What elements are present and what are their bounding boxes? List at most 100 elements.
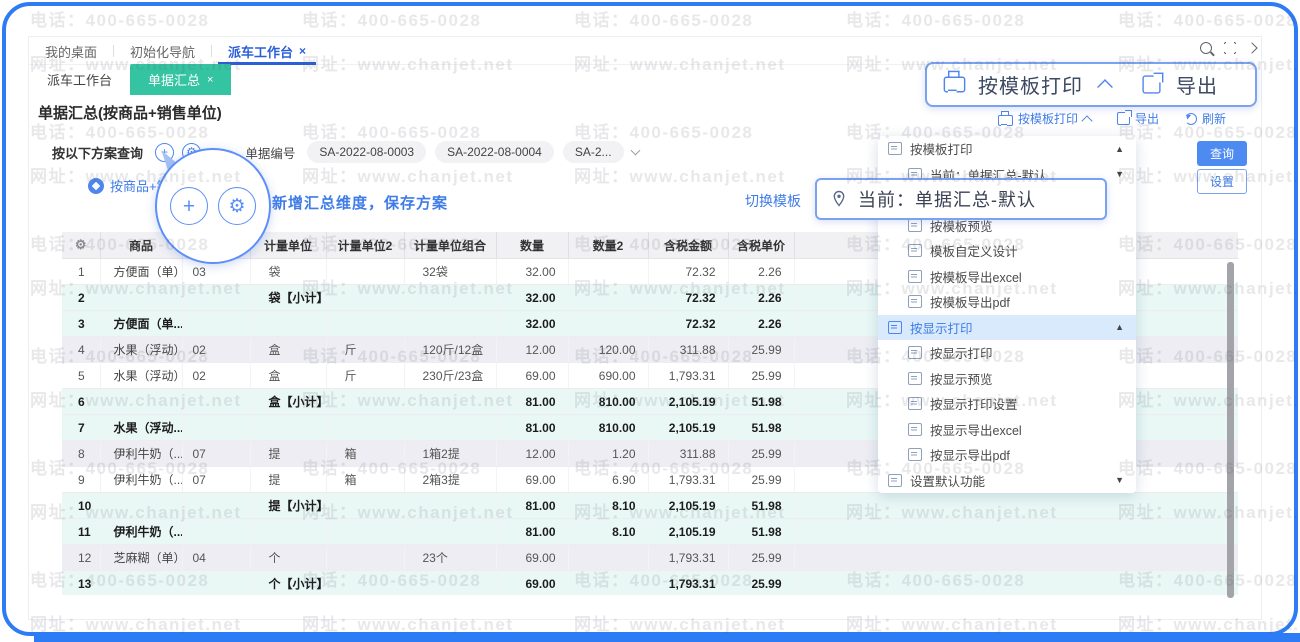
cell-unit2 [326,311,404,337]
print-by-template-button[interactable]: 按模板打印 [998,110,1091,127]
column-header[interactable]: 数量2 [568,232,648,259]
cell-amount: 311.88 [648,337,728,363]
menu-item[interactable]: 按显示导出excel [878,417,1136,443]
cell-unit2: 箱 [326,467,404,493]
cell-product: 水果（浮动... [100,415,182,441]
cell-amount: 2,105.19 [648,519,728,545]
menu-item[interactable]: 设置默认功能▼ [878,468,1136,494]
tab-dispatch-workbench[interactable]: 派车工作台 × [212,38,322,64]
cell-code [182,285,250,311]
menu-item[interactable]: 按显示打印设置 [878,391,1136,417]
cell-seq: 4 [62,337,100,363]
collapse-icon[interactable]: ▲ [1115,322,1124,332]
export-icon [1142,75,1160,93]
subtab-doc-summary[interactable]: 单据汇总 × [130,64,231,95]
scheme-icon [88,178,104,194]
column-settings-icon[interactable]: ⚙ [62,232,100,259]
chevron-right-icon[interactable] [1246,42,1257,53]
fullscreen-icon[interactable] [1224,42,1236,54]
column-header[interactable]: 计量单位组合 [404,232,496,259]
refresh-button[interactable]: 刷新 [1185,110,1226,127]
close-icon[interactable]: × [299,44,306,58]
chevron-up-icon[interactable] [1081,115,1092,126]
watermark-phone: 电话：400-665-0028 [1118,6,1297,31]
watermark-phone: 电话：400-665-0028 [302,6,481,31]
menu-item-label: 按显示打印 [930,343,993,362]
cell-price: 25.99 [728,545,794,571]
menu-item[interactable]: 按显示预览 [878,366,1136,392]
table-row[interactable]: 11伊利牛奶（...81.008.102,105.1951.98 [62,519,1238,545]
export-button[interactable]: 导出 [1117,110,1159,127]
cell-unit2: 斤 [326,363,404,389]
menu-item-label: 模板自定义设计 [930,241,1018,260]
tab-init-nav[interactable]: 初始化导航 [114,38,211,64]
expand-icon[interactable]: ▼ [1115,475,1124,485]
cell-product: 水果（浮动） [100,363,182,389]
menu-item[interactable]: 按模板打印 ▲ [878,136,1136,162]
cell-product [100,493,182,519]
cell-qty2: 810.00 [568,415,648,441]
vertical-scrollbar[interactable] [1227,262,1234,598]
gear-circle-icon: ⚙ [218,187,256,225]
doc-no-pill[interactable]: SA-2022-08-0004 [435,141,554,163]
query-scheme-label: 按以下方案查询 [52,143,143,162]
tab-my-desktop[interactable]: 我的桌面 [29,38,113,64]
collapse-icon[interactable]: ▲ [1115,144,1124,154]
cell-combo [404,389,496,415]
switch-template-link[interactable]: 切换模板 [745,191,801,211]
menu-item-label: 按模板打印 [910,139,973,158]
menu-item-icon [888,474,902,487]
table-row[interactable]: 13个【小计】69.001,793.3125.99 [62,571,1238,596]
column-header[interactable]: 计量单位2 [326,232,404,259]
table-row[interactable]: 10提【小计】81.008.102,105.1951.98 [62,493,1238,519]
close-icon[interactable]: × [207,74,213,86]
query-button[interactable]: 查询 [1197,141,1247,166]
menu-item-icon [908,295,922,308]
table-row[interactable]: 12芝麻糊（单）04个23个69.001,793.3125.99 [62,545,1238,571]
doc-no-pill[interactable]: SA-2022-08-0003 [307,141,426,163]
cell-price: 25.99 [728,363,794,389]
cell-price: 2.26 [728,285,794,311]
menu-item-label: 按显示导出pdf [930,445,1010,464]
cell-qty: 81.00 [496,389,568,415]
column-header[interactable]: 含税单价 [728,232,794,259]
menu-item[interactable]: 按模板导出pdf [878,289,1136,315]
subtab-label: 单据汇总 [148,70,200,89]
toolbar: 按模板打印 导出 刷新 [998,110,1226,127]
cell-unit2 [326,545,404,571]
cell-code [182,389,250,415]
cell-qty: 81.00 [496,415,568,441]
chevron-down-icon[interactable] [630,146,640,156]
subtab-dispatch-workbench[interactable]: 派车工作台 [29,64,130,95]
cell-amount: 2,105.19 [648,389,728,415]
cell-unit: 个【小计】 [250,571,326,596]
cell-amount: 1,793.31 [648,363,728,389]
doc-pills: SA-2022-08-0003 SA-2022-08-0004 SA-2... [307,141,623,163]
expand-icon[interactable]: ▼ [1115,169,1124,179]
tab-label: 我的桌面 [45,42,97,61]
map-pin-icon [829,189,849,209]
search-icon[interactable] [1200,42,1212,54]
column-header[interactable]: 含税金额 [648,232,728,259]
settings-button[interactable]: 设置 [1197,169,1247,194]
menu-item-label: 按显示预览 [930,369,993,388]
menu-item-icon [888,321,902,334]
print-callout-label: 按模板打印 [978,70,1083,99]
cell-code [182,493,250,519]
doc-no-pill[interactable]: SA-2... [563,141,624,163]
menu-item-label: 按模板导出pdf [930,292,1010,311]
cell-seq: 5 [62,363,100,389]
cell-combo: 2箱3提 [404,467,496,493]
cell-qty: 32.00 [496,259,568,285]
menu-item[interactable]: 模板自定义设计 [878,238,1136,264]
app-window: 我的桌面 初始化导航 派车工作台 × 派车工作台 单据汇总 × 单据汇总(按商品… [0,0,1300,642]
menu-item[interactable]: 按显示打印 [878,340,1136,366]
column-header[interactable]: 数量 [496,232,568,259]
cell-unit2 [326,415,404,441]
cell-qty: 81.00 [496,493,568,519]
cell-amount: 72.32 [648,285,728,311]
menu-item[interactable]: 按模板导出excel [878,264,1136,290]
menu-item[interactable]: 按显示打印▲ [878,315,1136,341]
cell-code [182,519,250,545]
menu-item[interactable]: 按显示导出pdf [878,442,1136,468]
